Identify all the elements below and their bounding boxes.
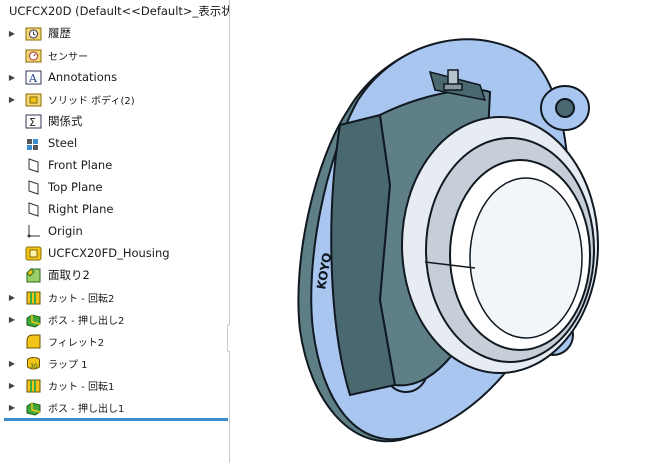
svg-text:30: 30	[30, 363, 38, 370]
tree-item[interactable]: Right Plane	[0, 198, 229, 220]
tree-item-label: Top Plane	[48, 180, 103, 194]
tree-item-label: ボス - 押し出し1	[48, 403, 125, 415]
tree-item[interactable]: センサー	[0, 44, 229, 66]
tree-item-label: Front Plane	[48, 158, 113, 172]
tree-item-label: ボス - 押し出し2	[48, 315, 125, 327]
tree-item[interactable]: ▶ ボス - 押し出し2	[0, 308, 229, 330]
sensor-icon	[25, 47, 42, 64]
tree-item[interactable]: フィレット2	[0, 330, 229, 352]
rollback-bar[interactable]	[4, 418, 228, 421]
base-part-icon	[25, 245, 42, 262]
tree-item-label: Origin	[48, 224, 83, 238]
annotations-icon: A	[25, 69, 42, 86]
history-folder-icon	[25, 25, 42, 42]
boss-extrude-icon	[25, 311, 42, 328]
expand-arrow-icon[interactable]: ▶	[7, 359, 17, 368]
tree-root-part[interactable]: UCFCX20D (Default<<Default>_表示状	[0, 0, 229, 22]
tree-item[interactable]: ▶ A Annotations	[0, 66, 229, 88]
tree-item-label: カット - 回転1	[48, 381, 115, 393]
expand-arrow-icon[interactable]: ▶	[7, 73, 17, 82]
tree-item-label: UCFCX20FD_Housing	[48, 246, 170, 260]
tree-item-label: フィレット2	[48, 337, 105, 349]
tree-item-label: 面取り2	[48, 268, 90, 282]
tree-item-label: 履歴	[48, 26, 71, 40]
material-icon	[25, 135, 42, 152]
expand-arrow-icon[interactable]: ▶	[7, 381, 17, 390]
origin-icon	[25, 223, 42, 240]
expand-arrow-icon[interactable]: ▶	[7, 29, 17, 38]
svg-text:A: A	[28, 72, 38, 85]
equations-icon: Σ	[25, 113, 42, 130]
svg-text:Σ: Σ	[29, 116, 36, 129]
plane-icon	[25, 179, 42, 196]
tree-item[interactable]: ▶ ボス - 押し出し1	[0, 396, 229, 418]
tree-item-label: カット - 回転2	[48, 293, 115, 305]
fillet-icon	[25, 333, 42, 350]
tree-item[interactable]: ▶ カット - 回転1	[0, 374, 229, 396]
solid-bodies-folder-icon	[25, 91, 42, 108]
tree-item-label: センサー	[48, 51, 88, 63]
tree-item[interactable]: ▶ 30 ラップ 1	[0, 352, 229, 374]
expand-arrow-icon[interactable]: ▶	[7, 95, 17, 104]
tree-item[interactable]: Front Plane	[0, 154, 229, 176]
tree-root-label: UCFCX20D (Default<<Default>_表示状	[9, 4, 229, 18]
plane-icon	[25, 157, 42, 174]
housing-model-render[interactable]: KOYO	[230, 0, 648, 463]
tree-item[interactable]: Σ 関係式	[0, 110, 229, 132]
tree-item-label: Right Plane	[48, 202, 114, 216]
graphics-viewport[interactable]: KOYO	[230, 0, 648, 463]
tree-item-label: Steel	[48, 136, 78, 150]
bolt-hole	[555, 98, 575, 118]
cut-revolve-icon	[25, 377, 42, 394]
tree-item-label: 関係式	[48, 114, 83, 128]
boss-extrude-icon	[25, 399, 42, 416]
plane-icon	[25, 201, 42, 218]
tree-item[interactable]: Steel	[0, 132, 229, 154]
tree-item[interactable]: Origin	[0, 220, 229, 242]
tree-item[interactable]: ▶ カット - 回転2	[0, 286, 229, 308]
tree-item-label: ソリッド ボディ(2)	[48, 95, 135, 107]
expand-arrow-icon[interactable]: ▶	[7, 315, 17, 324]
wrap-icon: 30	[25, 355, 42, 372]
grease-nipple-base	[443, 83, 463, 91]
tree-item[interactable]: Top Plane	[0, 176, 229, 198]
expand-arrow-icon[interactable]: ▶	[7, 403, 17, 412]
bore-inner	[469, 177, 583, 339]
tree-item[interactable]: ▶ 履歴	[0, 22, 229, 44]
feature-manager-tree: UCFCX20D (Default<<Default>_表示状 ▶ 履歴センサー ▶…	[0, 0, 230, 463]
chamfer-icon	[25, 267, 42, 284]
tree-item-label: Annotations	[48, 70, 118, 84]
tree-item[interactable]: 面取り2	[0, 264, 229, 286]
expand-arrow-icon[interactable]: ▶	[7, 293, 17, 302]
tree-item-label: ラップ 1	[48, 359, 88, 371]
tree-item[interactable]: ▶ ソリッド ボディ(2)	[0, 88, 229, 110]
cut-revolve-icon	[25, 289, 42, 306]
tree-item[interactable]: UCFCX20FD_Housing	[0, 242, 229, 264]
